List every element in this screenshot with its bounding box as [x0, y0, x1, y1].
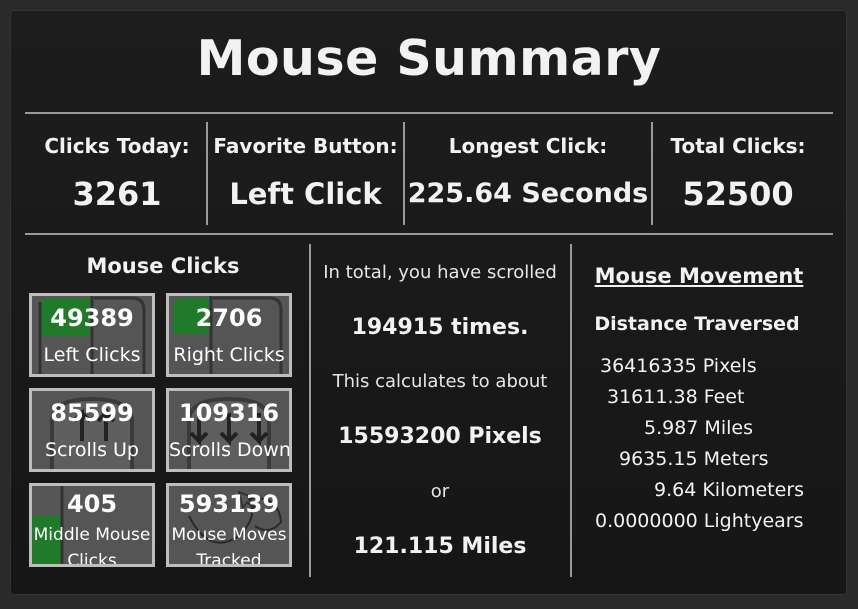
tile-value: 85599 [50, 399, 134, 427]
tile-label-line: Tracked [196, 551, 262, 567]
section-divider [570, 244, 572, 577]
tile-label: Scrolls Down [169, 439, 291, 461]
stat-value: 3261 [72, 175, 162, 213]
tile-right-clicks: 2706 Right Clicks [166, 293, 292, 377]
tile-value: 405 [66, 490, 118, 518]
mouse-movement-title: Mouse Movement [594, 264, 804, 288]
distance-meters: 9635.15 Meters [619, 448, 769, 470]
scroll-or: or [430, 481, 450, 502]
stat-favorite-button: Favorite Button: Left Click [208, 128, 403, 224]
distance-lightyears: 0.0000000 Lightyears [595, 510, 804, 532]
stat-value: 52500 [682, 175, 794, 213]
tile-value: 593139 [178, 490, 280, 518]
tile-scrolls-down: 109316 Scrolls Down [166, 388, 292, 472]
stat-value: Left Click [229, 177, 382, 211]
tile-label: Middle Mouse Clicks [32, 522, 152, 567]
scroll-calc-text: This calculates to about [332, 371, 548, 392]
section-divider [309, 244, 311, 577]
distance-pixels: 36416335 Pixels [600, 355, 757, 377]
distance-miles: 5.987 Miles [644, 417, 753, 439]
distance-traversed-heading: Distance Traversed [594, 313, 800, 335]
tile-label: Left Clicks [43, 344, 141, 366]
stat-label: Longest Click: [448, 134, 608, 158]
tile-label: Right Clicks [173, 344, 285, 366]
scroll-miles: 121.115 Miles [353, 534, 527, 559]
stat-label: Total Clicks: [670, 134, 806, 158]
tile-scrolls-up: 85599 Scrolls Up [29, 388, 155, 472]
stat-label: Favorite Button: [213, 134, 398, 158]
scroll-intro: In total, you have scrolled [323, 262, 557, 283]
scroll-times: 194915 times. [351, 315, 529, 340]
mouse-clicks-title: Mouse Clicks [86, 254, 240, 278]
scroll-pixels: 15593200 Pixels [338, 424, 542, 449]
divider-top [25, 112, 833, 114]
tile-value: 109316 [178, 399, 280, 427]
tile-label: Scrolls Up [45, 439, 139, 461]
stat-clicks-today: Clicks Today: 3261 [27, 128, 207, 224]
stat-value: 225.64 Seconds [407, 178, 649, 209]
tile-value: 49389 [50, 304, 134, 332]
stat-total-clicks: Total Clicks: 52500 [653, 128, 823, 224]
tile-left-clicks: 49389 Left Clicks [29, 293, 155, 377]
stat-label: Clicks Today: [44, 134, 190, 158]
tile-label-line: Mouse Moves [171, 525, 287, 545]
tile-value: 2706 [195, 304, 263, 332]
divider-middle [25, 233, 833, 235]
tile-mouse-moves: 593139 Mouse Moves Tracked [166, 483, 292, 567]
stat-longest-click: Longest Click: 225.64 Seconds [405, 128, 651, 224]
tile-middle-clicks: 405 Middle Mouse Clicks [29, 483, 155, 567]
distance-feet: 31611.38 Feet [607, 386, 745, 408]
distance-kilometers: 9.64 Kilometers [654, 479, 805, 501]
tile-label-line: Middle Mouse [33, 525, 151, 545]
tile-label-line: Clicks [67, 551, 117, 567]
tile-label: Mouse Moves Tracked [169, 522, 289, 567]
page-title: Mouse Summary [196, 30, 662, 87]
